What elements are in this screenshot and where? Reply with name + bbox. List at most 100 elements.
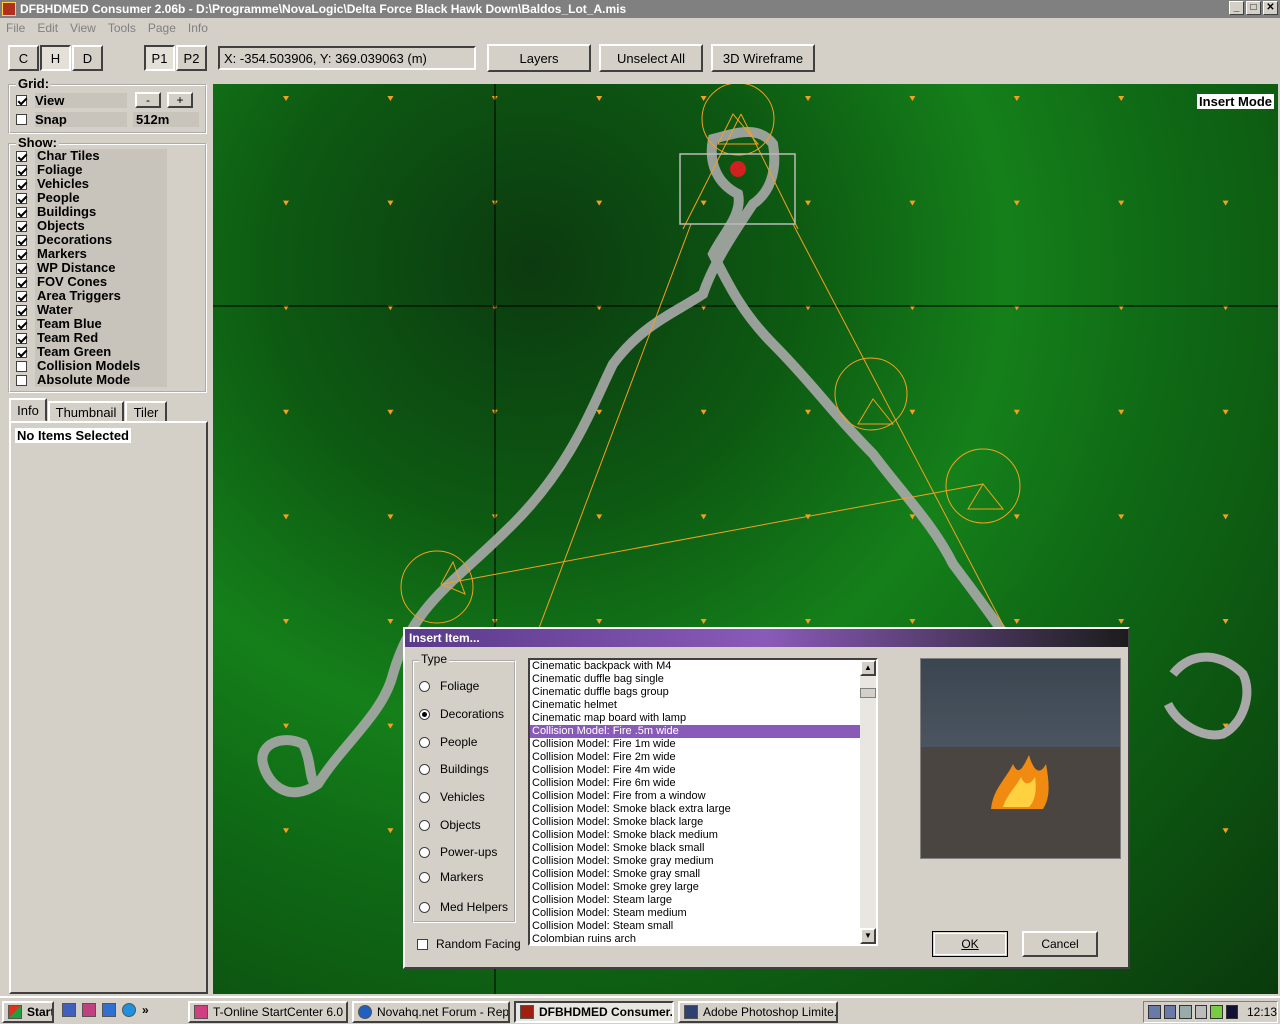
close-button[interactable]: ✕ xyxy=(1263,1,1278,15)
radio-button[interactable] xyxy=(419,846,430,858)
list-item[interactable]: Collision Model: Fire .5m wide xyxy=(530,725,876,738)
radio-button[interactable] xyxy=(419,791,430,803)
menu-info[interactable]: Info xyxy=(182,21,214,35)
mode-d-button[interactable]: D xyxy=(72,45,103,71)
minimize-button[interactable]: _ xyxy=(1229,1,1244,15)
tray-icon-5[interactable] xyxy=(1210,1005,1223,1019)
show-checkbox[interactable] xyxy=(16,276,27,288)
type-radio-0[interactable]: Foliage xyxy=(419,679,479,693)
list-item[interactable]: Cinematic helmet xyxy=(530,699,876,712)
list-item[interactable]: Collision Model: Steam small xyxy=(530,920,876,933)
list-item[interactable]: Collision Model: Fire 6m wide xyxy=(530,777,876,790)
list-item[interactable]: Collision Model: Fire 2m wide xyxy=(530,751,876,764)
show-row-3[interactable]: People xyxy=(16,191,167,205)
radio-button[interactable] xyxy=(419,708,430,720)
show-row-5[interactable]: Objects xyxy=(16,219,167,233)
start-button[interactable]: Start xyxy=(2,1001,54,1023)
grid-snap-checkbox[interactable] xyxy=(16,114,27,125)
tray-icon-4[interactable] xyxy=(1194,1005,1207,1019)
list-item[interactable]: Collision Model: Fire 4m wide xyxy=(530,764,876,777)
list-item[interactable]: Colombian ruins arch xyxy=(530,933,876,944)
grid-view-checkbox[interactable] xyxy=(16,95,27,106)
show-row-4[interactable]: Buildings xyxy=(16,205,167,219)
show-checkbox[interactable] xyxy=(16,374,27,386)
list-item[interactable]: Collision Model: Smoke gray medium xyxy=(530,855,876,868)
show-row-11[interactable]: Water xyxy=(16,303,167,317)
show-checkbox[interactable] xyxy=(16,332,27,344)
show-checkbox[interactable] xyxy=(16,150,27,162)
list-item[interactable]: Collision Model: Steam medium xyxy=(530,907,876,920)
show-row-7[interactable]: Markers xyxy=(16,247,167,261)
unselect-all-button[interactable]: Unselect All xyxy=(599,44,703,72)
page-p1-button[interactable]: P1 xyxy=(144,45,175,71)
random-facing-checkbox[interactable] xyxy=(417,938,428,950)
list-scrollbar[interactable]: ▲ ▼ xyxy=(860,660,876,944)
page-p2-button[interactable]: P2 xyxy=(176,45,207,71)
grid-view-row[interactable]: View xyxy=(16,93,127,108)
tray-icon-network-2[interactable] xyxy=(1163,1005,1176,1019)
show-row-10[interactable]: Area Triggers xyxy=(16,289,167,303)
show-checkbox[interactable] xyxy=(16,206,27,218)
list-item[interactable]: Cinematic duffle bags group xyxy=(530,686,876,699)
type-radio-6[interactable]: Power-ups xyxy=(419,845,497,859)
type-radio-1[interactable]: Decorations xyxy=(419,707,504,721)
show-checkbox[interactable] xyxy=(16,262,27,274)
list-item[interactable]: Collision Model: Fire 1m wide xyxy=(530,738,876,751)
maximize-button[interactable]: □ xyxy=(1246,1,1261,15)
list-item[interactable]: Cinematic map board with lamp xyxy=(530,712,876,725)
scroll-thumb[interactable] xyxy=(860,688,876,698)
quicklaunch-icon-2[interactable] xyxy=(82,1003,96,1017)
item-listbox[interactable]: Cinematic backpack with M4 Cinematic duff… xyxy=(528,658,878,946)
show-row-1[interactable]: Foliage xyxy=(16,163,167,177)
show-checkbox[interactable] xyxy=(16,178,27,190)
show-checkbox[interactable] xyxy=(16,164,27,176)
task-forum[interactable]: Novahq.net Forum - Rep... xyxy=(352,1001,510,1023)
show-checkbox[interactable] xyxy=(16,360,27,372)
mode-c-button[interactable]: C xyxy=(8,45,39,71)
tray-icon-3[interactable] xyxy=(1179,1005,1192,1019)
show-checkbox[interactable] xyxy=(16,248,27,260)
type-radio-4[interactable]: Vehicles xyxy=(419,790,485,804)
show-checkbox[interactable] xyxy=(16,346,27,358)
task-dfbhdmed[interactable]: DFBHDMED Consumer... xyxy=(514,1001,674,1023)
layers-button[interactable]: Layers xyxy=(487,44,591,72)
quicklaunch-more-icon[interactable]: » xyxy=(142,1003,149,1017)
quicklaunch-icon-3[interactable] xyxy=(102,1003,116,1017)
tab-tiler[interactable]: Tiler xyxy=(125,401,167,423)
show-row-15[interactable]: Collision Models xyxy=(16,359,167,373)
clock[interactable]: 12:13 xyxy=(1247,1005,1277,1019)
type-radio-5[interactable]: Objects xyxy=(419,818,481,832)
tab-info[interactable]: Info xyxy=(9,398,47,422)
list-item[interactable]: Collision Model: Smoke gray small xyxy=(530,868,876,881)
task-tonline[interactable]: T-Online StartCenter 6.0 xyxy=(188,1001,348,1023)
list-item[interactable]: Collision Model: Steam large xyxy=(530,894,876,907)
menu-tools[interactable]: Tools xyxy=(102,21,142,35)
show-row-9[interactable]: FOV Cones xyxy=(16,275,167,289)
type-radio-8[interactable]: Med Helpers xyxy=(419,900,508,914)
quicklaunch-icon-1[interactable] xyxy=(62,1003,76,1017)
grid-snap-row[interactable]: Snap xyxy=(16,112,127,127)
list-item[interactable]: Collision Model: Smoke black large xyxy=(530,816,876,829)
show-checkbox[interactable] xyxy=(16,192,27,204)
app-icon[interactable] xyxy=(2,2,16,16)
show-row-13[interactable]: Team Red xyxy=(16,331,167,345)
radio-button[interactable] xyxy=(419,871,430,883)
show-row-14[interactable]: Team Green xyxy=(16,345,167,359)
radio-button[interactable] xyxy=(419,901,430,913)
ok-button[interactable]: OK xyxy=(932,931,1008,957)
list-item[interactable]: Cinematic duffle bag single xyxy=(530,673,876,686)
show-checkbox[interactable] xyxy=(16,220,27,232)
tray-icon-6[interactable] xyxy=(1225,1005,1238,1019)
type-radio-7[interactable]: Markers xyxy=(419,870,483,884)
menu-page[interactable]: Page xyxy=(142,21,182,35)
list-item[interactable]: Collision Model: Fire from a window xyxy=(530,790,876,803)
radio-button[interactable] xyxy=(419,736,430,748)
type-radio-3[interactable]: Buildings xyxy=(419,762,489,776)
radio-button[interactable] xyxy=(419,680,430,692)
random-facing-row[interactable]: Random Facing xyxy=(417,937,521,951)
grid-plus-button[interactable]: + xyxy=(167,92,193,108)
list-item[interactable]: Collision Model: Smoke grey large xyxy=(530,881,876,894)
list-item[interactable]: Collision Model: Smoke black extra large xyxy=(530,803,876,816)
radio-button[interactable] xyxy=(419,819,430,831)
scroll-down-button[interactable]: ▼ xyxy=(860,928,876,944)
